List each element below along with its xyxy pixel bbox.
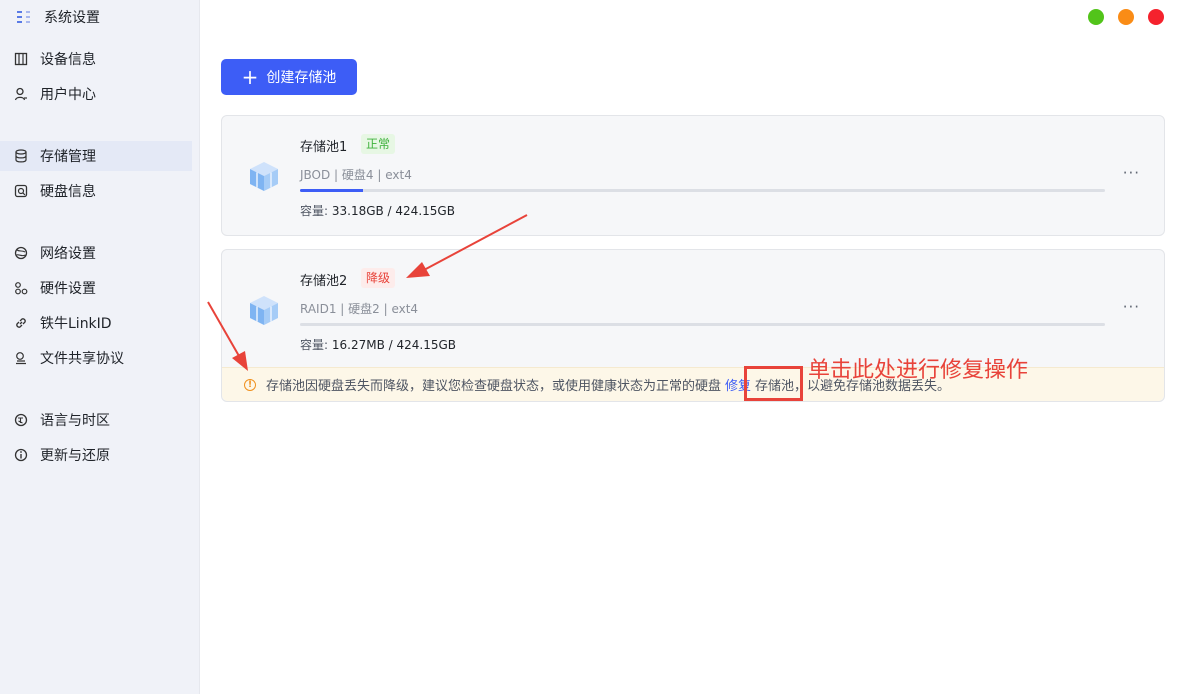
annotation-text: 单击此处进行修复操作 bbox=[808, 358, 1029, 383]
annotation-arrows bbox=[207, 214, 528, 371]
annotation-highlight-box bbox=[744, 366, 803, 401]
